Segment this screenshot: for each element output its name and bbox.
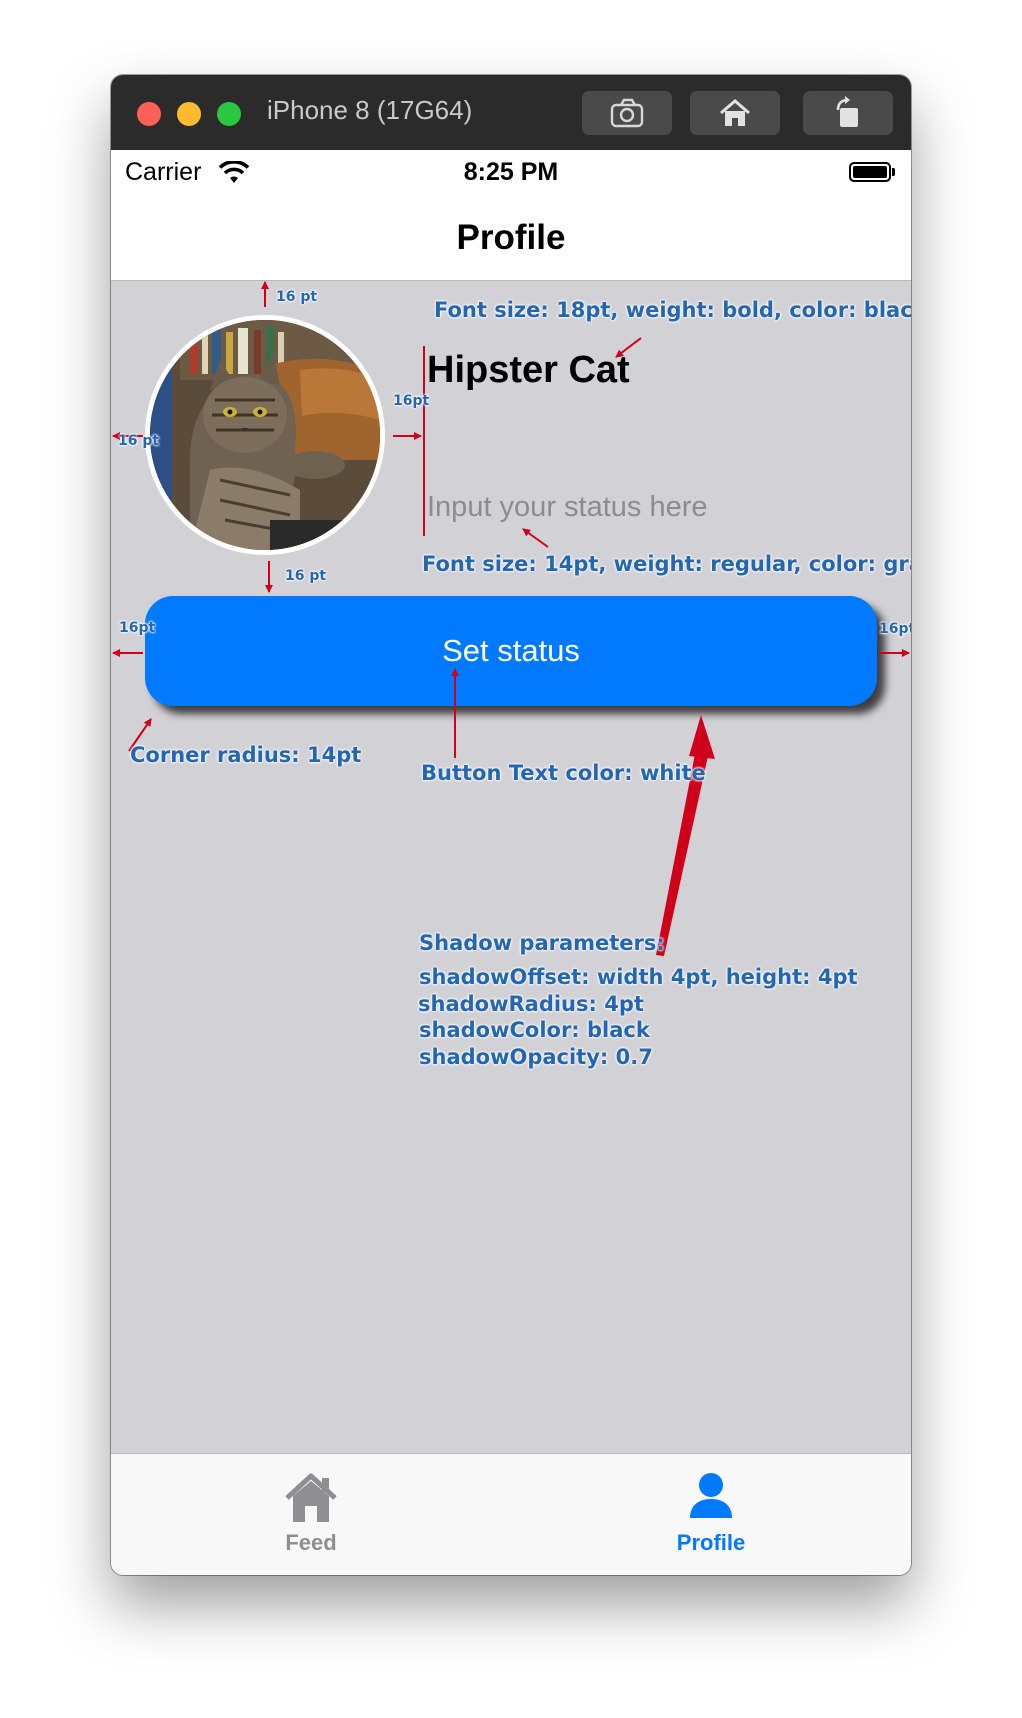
annotation-shadow-opacity: shadowOpacity: 0.7 bbox=[419, 1045, 653, 1069]
annotation-name-font: Font size: 18pt, weight: bold, color: bl… bbox=[434, 298, 911, 322]
tab-profile-label: Profile bbox=[676, 1530, 746, 1555]
annotation-button-text-color: Button Text color: white bbox=[421, 761, 706, 785]
cat-photo bbox=[150, 320, 380, 550]
annotation-shadow-title: Shadow parameters: bbox=[419, 931, 665, 955]
rotate-button[interactable] bbox=[803, 91, 893, 135]
simulator-window: iPhone 8 (17G64) Carrier 8:25 PM Profile… bbox=[111, 75, 911, 1575]
close-window-button[interactable] bbox=[137, 102, 161, 126]
window-title: iPhone 8 (17G64) bbox=[267, 95, 473, 125]
set-status-button[interactable]: Set status bbox=[145, 596, 877, 706]
annotation-button-left-spacing: 16pt bbox=[119, 620, 156, 636]
status-time: 8:25 PM bbox=[463, 158, 559, 186]
arrow-status-font bbox=[522, 528, 549, 548]
battery-cap bbox=[892, 168, 895, 176]
annotation-shadow-offset: shadowOffset: width 4pt, height: 4pt bbox=[419, 965, 858, 989]
tab-feed[interactable]: Feed bbox=[111, 1454, 511, 1575]
tab-bar: Feed Profile bbox=[111, 1453, 911, 1575]
arrow-shadow bbox=[656, 723, 708, 956]
zoom-window-button[interactable] bbox=[217, 102, 241, 126]
tab-feed-label: Feed bbox=[285, 1530, 337, 1555]
tab-profile[interactable]: Profile bbox=[511, 1454, 911, 1575]
home-button[interactable] bbox=[690, 91, 780, 135]
navigation-bar: Profile bbox=[111, 200, 911, 281]
annotation-top-spacing: 16 pt bbox=[276, 289, 318, 305]
window-titlebar: iPhone 8 (17G64) bbox=[111, 75, 911, 150]
annotation-shadow-color: shadowColor: black bbox=[419, 1018, 650, 1042]
avatar[interactable] bbox=[145, 315, 385, 555]
device-screen: Carrier 8:25 PM Profile Hipster Cat Inpu… bbox=[111, 150, 911, 1575]
minimize-window-button[interactable] bbox=[177, 102, 201, 126]
house-icon bbox=[285, 1473, 337, 1522]
camera-icon bbox=[610, 98, 644, 128]
arrow-shadow-head bbox=[689, 715, 715, 759]
status-input[interactable] bbox=[427, 487, 867, 527]
page-title: Profile bbox=[456, 218, 566, 257]
rotate-icon bbox=[836, 96, 858, 127]
profile-name: Hipster Cat bbox=[427, 349, 630, 391]
annotation-button-right-spacing: 16pt bbox=[879, 621, 911, 637]
annotation-bottom-spacing: 16 pt bbox=[285, 568, 327, 584]
battery-icon bbox=[849, 162, 891, 182]
annotation-right-spacing: 16pt bbox=[393, 393, 430, 409]
screenshot-button[interactable] bbox=[582, 91, 672, 135]
profile-header: Hipster Cat Set status bbox=[111, 281, 911, 1453]
annotation-status-font: Font size: 14pt, weight: regular, color:… bbox=[422, 552, 911, 576]
person-icon bbox=[690, 1473, 732, 1518]
annotation-shadow-radius: shadowRadius: 4pt bbox=[418, 992, 644, 1016]
annotation-left-spacing: 16 pt bbox=[118, 433, 160, 449]
annotation-corner-radius: Corner radius: 14pt bbox=[130, 743, 362, 767]
home-icon bbox=[720, 99, 750, 126]
status-bar: Carrier 8:25 PM bbox=[111, 150, 911, 200]
